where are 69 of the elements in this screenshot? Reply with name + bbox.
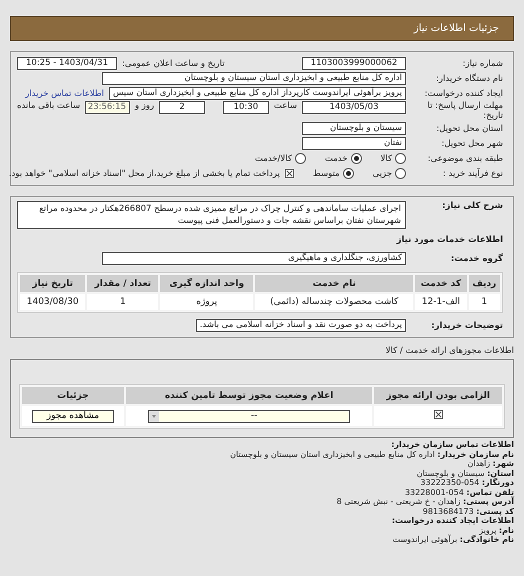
radio-label: متوسط (312, 168, 340, 178)
column-header: کد خدمت (415, 275, 467, 292)
contact-line: نام: پرویز (478, 526, 514, 535)
buyer-notes-field: پرداخت به دو صورت نقد و اسناد خزانه اسلامی می باشد. (196, 319, 406, 332)
radio-label: جزیی (372, 168, 392, 178)
field-label: نوع فرآیند خرید : (442, 168, 503, 178)
contact-line: استان: سیستان و بلوچستان (416, 468, 514, 478)
radio-label: خدمت (324, 154, 348, 164)
field-label: ساعت باقی مانده (17, 101, 80, 111)
field-label: استان محل تحویل: (435, 124, 503, 134)
column-header: تاریخ نیاز (20, 275, 86, 292)
deadline-date-field: 1403/05/03 (302, 101, 406, 114)
section-title: اطلاعات مجوزهای ارائه خدمت / کالا (384, 346, 514, 356)
column-header: ردیف (468, 275, 500, 292)
announce-date-field: 1403/04/31 - 10:25 (17, 57, 117, 70)
field-label: روز و (135, 101, 154, 111)
creator-field: پرویز برآهوئی ایراندوست کارپرداز اداره کل منابع طبیعی و ابخیزداری استان سیس (108, 87, 406, 100)
view-license-button[interactable]: مشاهده مجوز (32, 410, 114, 422)
table-cell: کاشت محصولات چندساله (دائمی) (255, 294, 414, 310)
field-label: شرح کلی نیاز: (441, 201, 503, 211)
checkbox[interactable] (284, 169, 294, 178)
remaining-time-field: 23:56:15 (85, 101, 130, 114)
column-header: تعداد / مقدار (87, 275, 158, 292)
field-label: گروه خدمت: (450, 254, 503, 264)
contact-title: اطلاعات ایجاد کننده درخواست: (390, 516, 514, 526)
field-label: ایجاد کننده درخواست: (424, 88, 503, 98)
table-cell: الف-1-12 (415, 294, 467, 310)
field-label: توضیحات خریدار: (430, 320, 503, 330)
page-header: جزئیات اطلاعات نیاز (10, 16, 514, 41)
field-label: ساعت (274, 101, 297, 111)
payment-note: پرداخت تمام یا بخشی از مبلغ خرید،از محل "اسناد خزانه اسلامی" خواهد بود. (8, 168, 280, 178)
need-number-field: 1103003999000062 (302, 57, 406, 70)
service-group-field: کشاورزی، جنگلداری و ماهیگیری (102, 252, 406, 265)
days-field: 2 (159, 101, 206, 114)
contact-title: اطلاعات تماس سازمان خریدار: (390, 440, 514, 450)
radio-button[interactable] (395, 168, 406, 179)
status-dropdown[interactable]: -- (148, 410, 350, 422)
radio-label: کالا/خدمت (254, 154, 292, 164)
radio-label: کالا (380, 154, 392, 164)
field-label: شهر محل تحویل: (440, 138, 503, 148)
buyer-field: اداره کل منابع طبیعی و ابخیزداری استان سیستان و بلوچستان (102, 72, 406, 85)
field-label: تاریخ و ساعت اعلان عمومی: (122, 58, 225, 68)
field-label: طبقه بندی موضوعی: (426, 154, 503, 164)
contact-line: نام سازمان خریدار: اداره کل منابع طبیعی و ابخیزداری استان سیستان و بلوچستان (229, 450, 514, 459)
contact-line: شهر: زاهدان (466, 459, 514, 468)
table-cell: پروژه (160, 294, 254, 310)
contact-line: آدرس پستی: زاهدان - خ شریعتی - نبش شریعتی 8 (336, 497, 514, 506)
description-field: اجرای عملیات ساماندهی و کنترل چراک در مراتع ممیزی شده درسطح 266807هکتار در محدوده مراتع شهرستان نفتان براساس نقشه جات و دستورالعمل فنی پیوست (17, 201, 406, 229)
province-field: سیستان و بلوچستان (302, 122, 406, 135)
column-header: الزامی بودن ارائه مجوز (374, 387, 502, 404)
column-header: واحد اندازه گیری (160, 275, 254, 292)
buyer-contact-link[interactable]: اطلاعات تماس خریدار (25, 88, 104, 98)
radio-button[interactable] (294, 153, 306, 164)
city-field: نفتان (302, 137, 406, 150)
field-label: شماره نیاز: (462, 58, 503, 68)
deadline-time-field: 10:30 (222, 101, 269, 114)
table-cell: 1 (468, 294, 500, 310)
field-label: نام دستگاه خریدار: (435, 74, 503, 84)
column-header: جزئیات (22, 387, 124, 404)
radio-button[interactable] (342, 168, 354, 179)
radio-button[interactable] (350, 153, 362, 164)
column-header: نام خدمت (255, 275, 414, 292)
radio-button[interactable] (395, 153, 406, 164)
table-cell: 1403/08/30 (20, 294, 86, 310)
section-title: اطلاعات خدمات مورد نیاز (396, 234, 503, 244)
table-cell: 1 (87, 294, 158, 310)
field-label: مهلت ارسال پاسخ: تا تاریخ: (426, 101, 503, 121)
column-header: اعلام وضعیت مجوز توسط تامین کننده (126, 387, 372, 404)
contact-line: نام خانوادگی: برآهوئی ایراندوست (392, 535, 514, 544)
